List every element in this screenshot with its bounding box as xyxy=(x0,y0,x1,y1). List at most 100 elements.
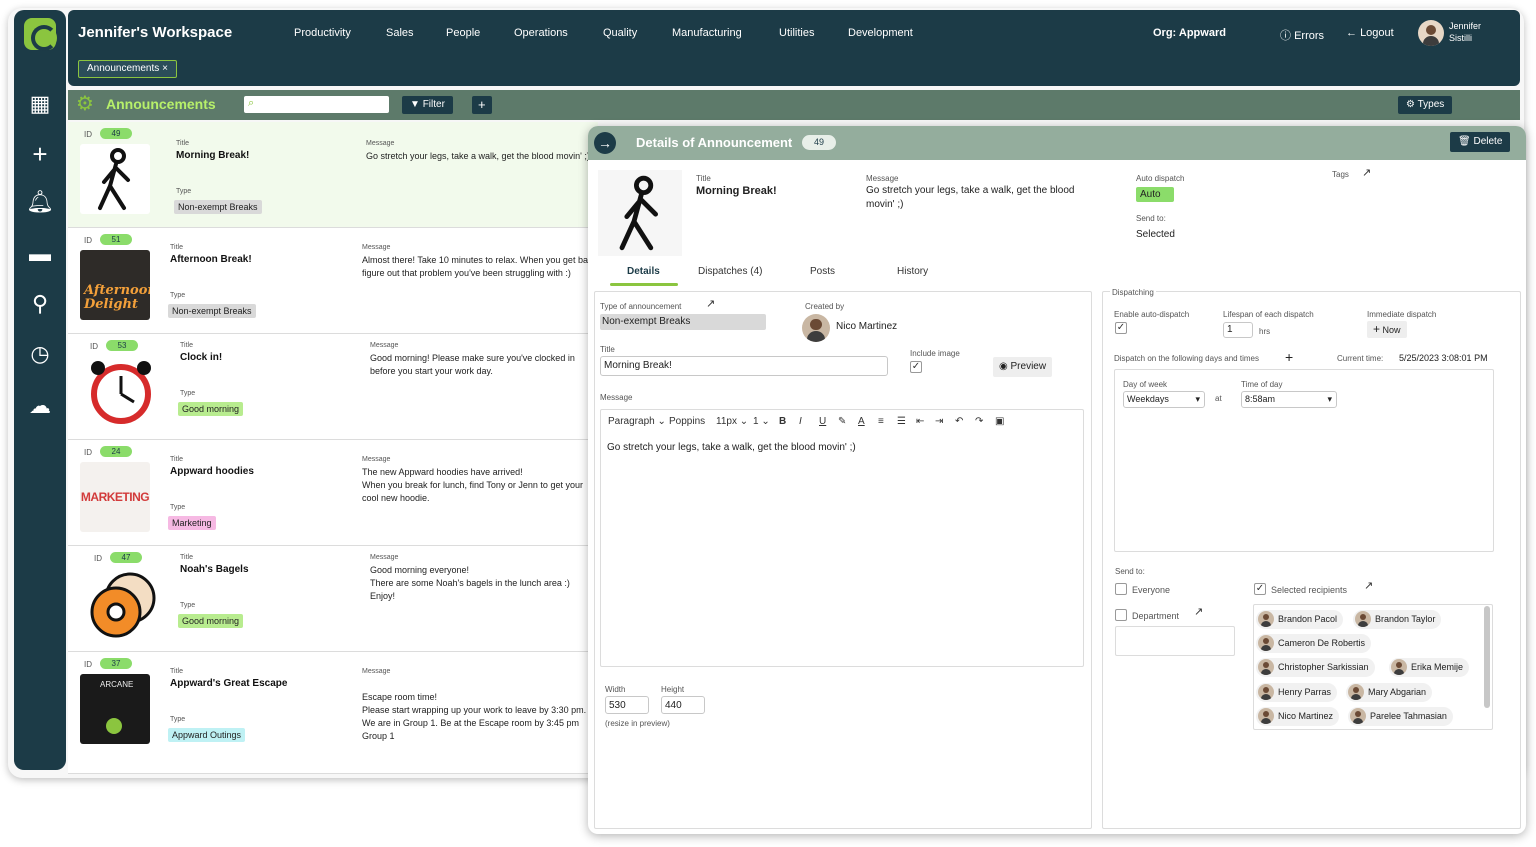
filter-button[interactable]: ▼ Filter xyxy=(402,96,453,114)
delete-button[interactable]: 🗑︎ Delete xyxy=(1450,132,1511,152)
logout-button[interactable]: ← Logout xyxy=(1346,27,1394,39)
external-link-icon[interactable]: ↗ xyxy=(1364,579,1373,592)
nav-manufacturing[interactable]: Manufacturing xyxy=(672,27,742,39)
plus-icon[interactable]: + xyxy=(26,140,54,168)
message-label: Message xyxy=(370,342,399,349)
everyone-checkbox[interactable] xyxy=(1115,583,1127,595)
nav-quality[interactable]: Quality xyxy=(603,27,637,39)
table-row[interactable]: ID 37 ARCANE Title Appward's Great Escap… xyxy=(68,652,598,774)
type-of-announcement-label: Type of announcement xyxy=(600,302,682,311)
run-icon[interactable]: ⚲ xyxy=(26,290,54,318)
apps-grid-icon[interactable]: ▦ xyxy=(26,90,54,118)
recipient-chip[interactable]: Parelee Tahmasian xyxy=(1348,707,1453,726)
errors-button[interactable]: ⓘ Errors xyxy=(1280,27,1324,43)
table-row[interactable]: ID 24 MARKETING Title Appward hoodies Ty… xyxy=(68,440,598,546)
search-input[interactable]: ⌕ xyxy=(244,96,389,113)
underline-icon[interactable]: U xyxy=(819,416,826,427)
gear-icon: ⚙ xyxy=(1406,99,1415,110)
recipient-avatar xyxy=(1355,611,1371,627)
title-input[interactable]: Morning Break! xyxy=(600,356,888,376)
recipient-chip[interactable]: Mary Abgarian xyxy=(1346,683,1433,702)
tab-posts[interactable]: Posts xyxy=(810,266,835,277)
department-checkbox[interactable] xyxy=(1115,609,1127,621)
recipient-chip[interactable]: Henry Parras xyxy=(1256,683,1338,702)
open-tab-announcements[interactable]: Announcements × xyxy=(78,60,177,78)
left-rail: ▦ + 🔔︎ ▬ ⚲ ◷ ☁ xyxy=(14,10,66,770)
bullet-list-icon[interactable]: ☰ xyxy=(897,416,906,427)
active-tab-indicator xyxy=(610,283,678,286)
outdent-icon[interactable]: ⇤ xyxy=(916,416,924,427)
table-row[interactable]: ID 51 Afternoon Delight Title Afternoon … xyxy=(68,228,598,334)
arrow-right-icon[interactable]: → xyxy=(594,132,616,154)
lifespan-input[interactable]: 1 xyxy=(1223,322,1253,338)
cloud-upload-icon[interactable]: ☁ xyxy=(26,392,54,420)
dispatch-days-label: Dispatch on the following days and times xyxy=(1114,354,1259,363)
clock-icon[interactable]: ◷ xyxy=(26,340,54,368)
nav-development[interactable]: Development xyxy=(848,27,913,39)
table-row[interactable]: ID 47 Title Noah's Bagels Type Good morn… xyxy=(68,546,598,652)
department-field[interactable] xyxy=(1115,626,1235,656)
appward-logo[interactable] xyxy=(24,18,57,51)
italic-icon[interactable]: I xyxy=(799,416,802,427)
table-row[interactable]: ID 49 Title Morning Break! Type Non-exem… xyxy=(68,122,598,228)
user-avatar[interactable] xyxy=(1418,20,1444,46)
redo-icon[interactable]: ↷ xyxy=(975,416,983,427)
table-row[interactable]: ID 53 Title Clock in! Type Good morning … xyxy=(68,334,598,440)
now-button[interactable]: + Now xyxy=(1367,321,1407,338)
user-name[interactable]: Jennifer Sistilli xyxy=(1449,20,1481,44)
bold-icon[interactable]: B xyxy=(779,416,786,427)
recipient-chip[interactable]: Nico Martinez xyxy=(1256,707,1340,726)
undo-icon[interactable]: ↶ xyxy=(955,416,963,427)
width-input[interactable]: 530 xyxy=(605,696,649,714)
recipient-chip[interactable]: Brandon Taylor xyxy=(1353,610,1442,629)
external-link-icon[interactable]: ↗ xyxy=(1362,166,1371,179)
bell-icon[interactable]: 🔔︎ xyxy=(26,188,54,216)
line-height-select[interactable]: 1 ⌄ xyxy=(753,416,770,427)
paragraph-select[interactable]: Paragraph ⌄ xyxy=(608,416,666,427)
enable-auto-dispatch-checkbox[interactable]: ✓ xyxy=(1115,322,1127,334)
add-schedule-button[interactable]: + xyxy=(1285,349,1293,365)
nav-utilities[interactable]: Utilities xyxy=(779,27,814,39)
selected-recipients-checkbox[interactable]: ✓ xyxy=(1254,583,1266,595)
delete-label: Delete xyxy=(1473,136,1503,147)
external-link-icon[interactable]: ↗ xyxy=(1194,605,1203,618)
preview-button[interactable]: ◉ Preview xyxy=(993,357,1053,377)
font-size-select[interactable]: 11px ⌄ xyxy=(716,416,748,427)
recipient-avatar xyxy=(1258,635,1274,651)
nav-productivity[interactable]: Productivity xyxy=(294,27,351,39)
editor-content[interactable]: Go stretch your legs, take a walk, get t… xyxy=(607,442,856,453)
tab-history[interactable]: History xyxy=(897,266,928,277)
tab-details[interactable]: Details xyxy=(627,266,660,277)
add-button[interactable]: + xyxy=(472,96,492,114)
time-of-day-select[interactable]: 8:58am ▾ xyxy=(1241,391,1337,408)
type-label: Type xyxy=(180,602,196,609)
auto-dispatch-label: Auto dispatch xyxy=(1136,174,1185,183)
current-time-value: 5/25/2023 3:08:01 PM xyxy=(1399,353,1488,363)
nav-operations[interactable]: Operations xyxy=(514,27,568,39)
types-button[interactable]: ⚙ Types xyxy=(1398,96,1453,114)
include-image-checkbox[interactable]: ✓ xyxy=(910,361,922,373)
indent-icon[interactable]: ⇥ xyxy=(935,416,943,427)
recipient-chip[interactable]: Christopher Sarkissian xyxy=(1256,658,1375,677)
recipient-chip[interactable]: Erika Memije xyxy=(1389,658,1470,677)
external-link-icon[interactable]: ↗ xyxy=(706,297,715,310)
recipient-name: Cameron De Robertis xyxy=(1278,638,1366,648)
recipient-chip[interactable]: Brandon Pacol xyxy=(1256,610,1344,629)
row-title: Morning Break! xyxy=(176,150,250,161)
chat-icon[interactable]: ▬ xyxy=(26,240,54,268)
insert-image-icon[interactable]: ▣ xyxy=(995,416,1004,427)
text-color-icon[interactable]: A xyxy=(858,416,865,427)
type-of-announcement-field[interactable]: Non-exempt Breaks xyxy=(600,314,766,330)
align-icon[interactable]: ≡ xyxy=(878,416,884,427)
recipient-chip[interactable]: Cameron De Robertis xyxy=(1256,634,1372,653)
tab-dispatches[interactable]: Dispatches (4) xyxy=(698,266,762,277)
org-selector[interactable]: Org: Appward xyxy=(1153,27,1226,39)
day-of-week-select[interactable]: Weekdays ▾ xyxy=(1123,391,1205,408)
recipient-scrollbar[interactable] xyxy=(1484,606,1490,708)
nav-people[interactable]: People xyxy=(446,27,480,39)
highlight-icon[interactable]: ✎ xyxy=(838,416,846,427)
font-select[interactable]: Poppins xyxy=(669,416,705,427)
height-input[interactable]: 440 xyxy=(661,696,705,714)
close-icon[interactable]: × xyxy=(162,63,168,74)
nav-sales[interactable]: Sales xyxy=(386,27,414,39)
